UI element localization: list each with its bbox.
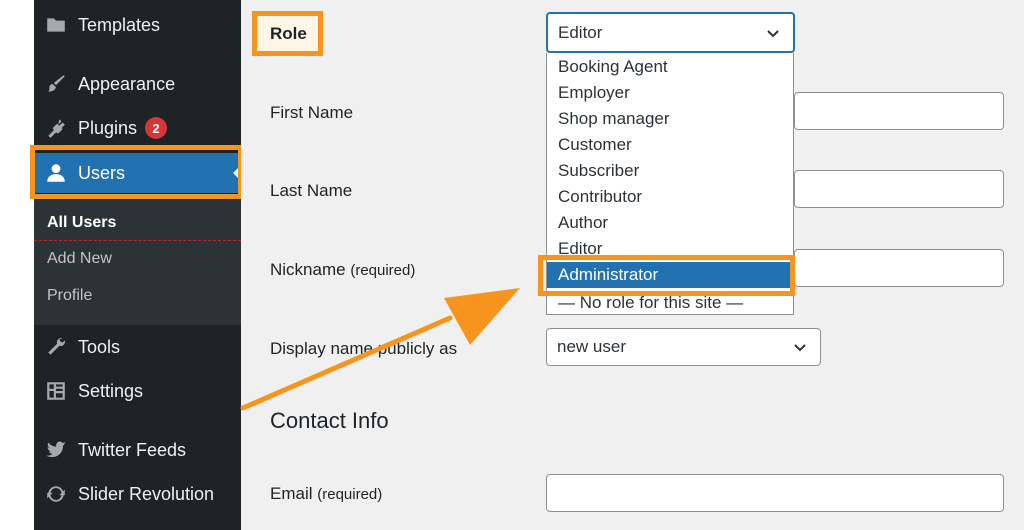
user-edit-form: Role Editor First Name Last Name Nicknam… — [241, 0, 1024, 530]
folder-icon — [34, 14, 78, 36]
role-option-employer[interactable]: Employer — [558, 83, 630, 103]
users-submenu: All Users Add New Profile — [34, 200, 241, 325]
display-name-value: new user — [557, 337, 626, 356]
admin-sidebar: Templates Appearance Plugins 2 Users All… — [34, 0, 241, 530]
settings-icon — [34, 380, 78, 402]
paintbrush-icon — [34, 73, 78, 95]
display-name-select[interactable]: new user — [546, 328, 821, 366]
role-label: Role — [270, 24, 307, 43]
role-select[interactable]: Editor — [546, 12, 795, 53]
sidebar-item-label: Plugins — [78, 117, 138, 138]
nickname-field[interactable] — [794, 249, 1004, 287]
first-name-label: First Name — [270, 103, 354, 122]
sidebar-item-label: Tools — [78, 336, 121, 357]
submenu-add-new[interactable]: Add New — [47, 250, 112, 268]
chevron-down-icon — [792, 339, 808, 355]
submenu-all-users[interactable]: All Users — [47, 214, 116, 232]
sidebar-item-templates[interactable]: Templates — [34, 5, 241, 45]
role-option-contributor[interactable]: Contributor — [558, 187, 642, 207]
role-option-booking-agent[interactable]: Booking Agent — [558, 57, 668, 77]
sidebar-item-label: Twitter Feeds — [78, 439, 187, 460]
sidebar-item-label: Slider Revolution — [78, 483, 215, 504]
administrator-highlight-box — [538, 255, 795, 296]
last-name-label: Last Name — [270, 181, 353, 200]
sidebar-item-slider-revolution[interactable]: Slider Revolution — [34, 474, 241, 514]
sidebar-item-appearance[interactable]: Appearance — [34, 64, 241, 104]
role-select-value: Editor — [558, 22, 603, 42]
first-name-field[interactable] — [794, 92, 1004, 130]
role-option-no-role[interactable]: — No role for this site — — [558, 293, 743, 313]
chevron-down-icon — [765, 25, 781, 41]
sidebar-item-label: Templates — [78, 14, 161, 35]
menu-separator — [34, 240, 241, 241]
email-field[interactable] — [546, 474, 1004, 512]
nickname-label: Nickname (required) — [270, 260, 416, 279]
sidebar-item-label: Settings — [78, 380, 144, 401]
refresh-icon — [34, 483, 78, 505]
sidebar-item-label: Appearance — [78, 73, 176, 94]
role-option-customer[interactable]: Customer — [558, 135, 632, 155]
twitter-icon — [34, 439, 78, 461]
plug-icon — [34, 117, 78, 139]
sidebar-item-twitter-feeds[interactable]: Twitter Feeds — [34, 430, 241, 470]
plugins-update-badge: 2 — [145, 117, 168, 139]
email-label: Email (required) — [270, 484, 383, 503]
wrench-icon — [34, 336, 78, 358]
contact-info-heading: Contact Info — [270, 408, 389, 433]
role-option-shop-manager[interactable]: Shop manager — [558, 109, 670, 129]
role-option-author[interactable]: Author — [558, 213, 608, 233]
sidebar-item-tools[interactable]: Tools — [34, 327, 241, 367]
sidebar-item-settings[interactable]: Settings — [34, 371, 241, 411]
users-highlight-box — [30, 145, 243, 199]
last-name-field[interactable] — [794, 170, 1004, 208]
role-option-subscriber[interactable]: Subscriber — [558, 161, 639, 181]
submenu-profile[interactable]: Profile — [47, 287, 92, 305]
display-name-label: Display name publicly as — [270, 339, 458, 358]
sidebar-item-plugins[interactable]: Plugins 2 — [34, 108, 241, 148]
